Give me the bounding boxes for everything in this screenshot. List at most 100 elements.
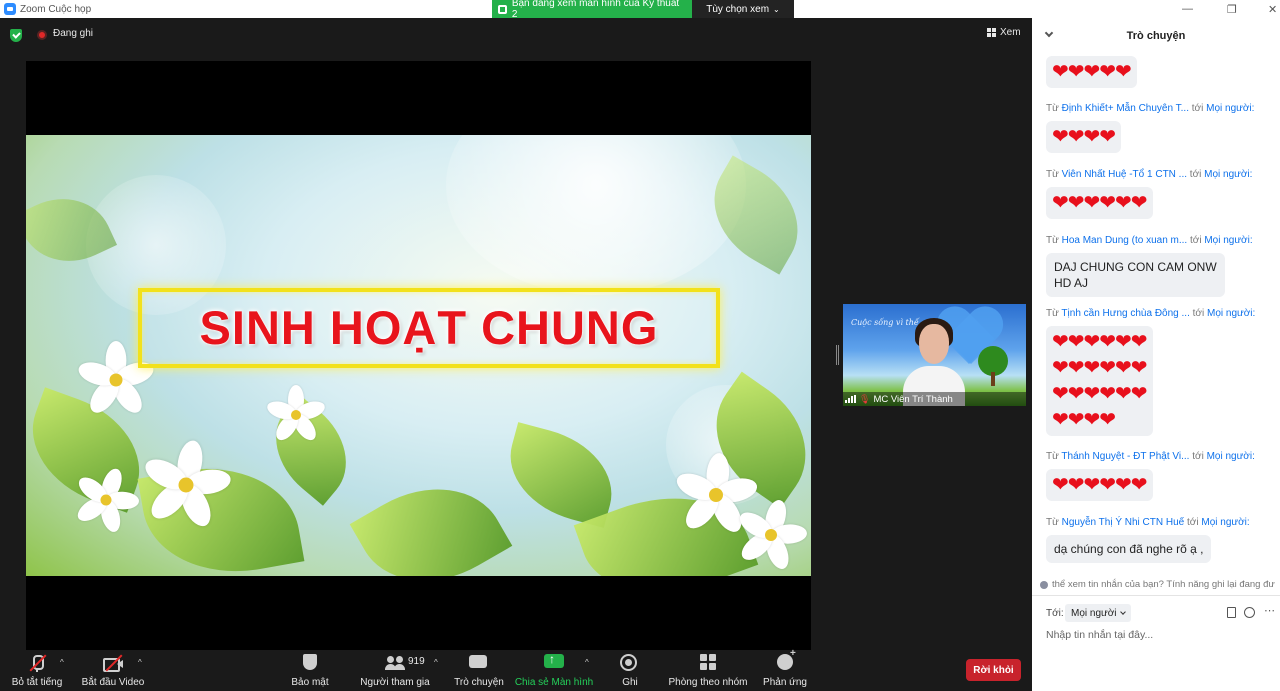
chat-message: ❤❤❤❤❤ [1046,56,1137,88]
people-icon [1040,580,1048,589]
meeting-top-bar: Đang ghi Xem [0,18,1032,52]
chat-message: ❤❤❤❤❤❤ ❤❤❤❤❤❤ ❤❤❤❤❤❤ ❤❤❤❤ [1046,326,1153,436]
file-icon[interactable] [1227,607,1236,618]
chat-title: Trò chuyện [1126,30,1186,42]
close-icon[interactable]: ✕ [1268,3,1277,16]
chat-bubble-icon [469,655,487,668]
flower-decoration [735,497,808,573]
resize-handle[interactable] [836,345,839,365]
to-label: Tới: [1046,608,1064,619]
chat-message-meta: Từ Hoa Man Dung (to xuan m... tới Mọi ng… [1046,235,1253,246]
viewing-share-notice: Bạn đang xem màn hình của Ky thuat 2 [492,0,692,20]
audio-options-caret[interactable]: ^ [60,658,64,667]
message-sender[interactable]: Tịnh cần Hưng chùa Đông ... [1061,308,1189,319]
message-sender[interactable]: Hoa Man Dung (to xuan m... [1062,235,1188,246]
mic-muted-icon: 🎙 [859,393,871,404]
screen-share-icon [498,4,507,14]
breakout-rooms-icon [700,654,716,670]
share-screen-icon [544,652,564,668]
start-video-button[interactable]: Bắt đầu Video [82,650,144,691]
leaf-decoration [497,422,625,528]
recording-notice: thể xem tin nhắn của bạn? Tính năng ghi … [1040,579,1275,590]
message-sender[interactable]: Nguyễn Thị Ý Nhi CTN Huế [1062,517,1185,528]
record-button[interactable]: Ghi [614,650,646,691]
encryption-shield-icon[interactable] [10,29,22,42]
chat-panel: Trò chuyện ❤❤❤❤❤ Từ Định Khiết+ Mẫn Chuy… [1032,18,1280,691]
more-icon[interactable]: ⋯ [1264,604,1275,617]
breakout-rooms-button[interactable]: Phòng theo nhóm [668,650,748,691]
participants-icon [385,654,405,672]
view-options-label: Tùy chọn xem [706,3,770,15]
window-title: Zoom Cuộc họp [20,3,92,15]
chat-message: dạ chúng con đã nghe rõ ạ , [1046,535,1212,563]
chat-message-input[interactable] [1046,629,1266,641]
leave-button[interactable]: Rời khỏi [966,659,1021,681]
slide-title: SINH HOẠT CHUNG [199,301,659,354]
chat-message: DAJ CHUNG CON CAM ONW HD AJ [1046,253,1225,297]
security-button[interactable]: Bảo mật [290,650,330,691]
slide-title-frame: SINH HOẠT CHUNG [138,288,720,368]
message-recipient[interactable]: Mọi người: [1204,235,1252,246]
signal-icon [845,395,856,403]
camera-off-icon [103,654,123,672]
view-button[interactable]: Xem [987,27,1021,38]
participant-face [919,324,949,364]
chat-message-meta: Từ Thánh Nguyệt - ĐT Phật Vi... tới Mọi … [1046,451,1255,462]
message-sender[interactable]: Định Khiết+ Mẫn Chuyên T... [1062,103,1189,114]
chevron-down-icon [1119,609,1126,615]
message-recipient[interactable]: Mọi người: [1204,169,1252,180]
flower-decoration [73,465,140,535]
zoom-logo-icon [4,3,16,15]
meeting-toolbar: Bỏ tắt tiếng ^ Bắt đầu Video ^ Bảo mật N… [0,648,1032,691]
slide-image: SINH HOẠT CHUNG [26,135,811,576]
share-banner-text: Bạn đang xem màn hình của Ky thuat 2 [511,0,680,20]
restore-icon[interactable]: ❐ [1227,3,1237,16]
leaf-decoration [349,459,513,576]
share-options-caret[interactable]: ^ [585,658,589,667]
participant-label: 🎙 MC Viên Trí Thành [843,392,1026,406]
flower-decoration [264,385,328,445]
message-recipient[interactable]: Mọi người: [1201,517,1249,528]
message-recipient[interactable]: Mọi người: [1206,103,1254,114]
chat-button[interactable]: Trò chuyện [454,650,504,691]
chat-message-meta: Từ Tịnh cần Hưng chùa Đông ... tới Mọi n… [1046,308,1256,319]
message-sender[interactable]: Thánh Nguyệt - ĐT Phật Vi... [1061,451,1189,462]
emoji-icon[interactable] [1244,607,1255,618]
share-screen-button[interactable]: Chia sẻ Màn hình [515,650,593,691]
message-recipient[interactable]: Mọi người: [1207,308,1255,319]
video-options-caret[interactable]: ^ [138,658,142,667]
chat-message: ❤❤❤❤❤❤ [1046,187,1153,219]
view-options-button[interactable]: Tùy chọn xem ⌄ [692,0,794,18]
recording-label: Đang ghi [53,28,94,39]
view-label: Xem [1000,27,1021,38]
collapse-chevron-icon[interactable] [1044,28,1054,38]
participants-caret[interactable]: ^ [434,658,438,667]
message-sender[interactable]: Viên Nhất Huệ -Tổ 1 CTN ... [1062,169,1187,180]
message-recipient[interactable]: Mọi người: [1207,451,1255,462]
chat-message-meta: Từ Nguyễn Thị Ý Nhi CTN Huế tới Mọi ngườ… [1046,517,1250,528]
grid-icon [987,28,996,37]
recording-icon [37,30,47,40]
shield-icon [303,654,317,670]
chevron-down-icon: ⌄ [773,4,780,14]
share-banner: Bạn đang xem màn hình của Ky thuat 2 Tùy… [492,0,794,20]
recipient-select[interactable]: Mọi người [1065,604,1131,622]
unmute-button[interactable]: Bỏ tắt tiếng [12,650,62,691]
chat-header: Trò chuyện [1032,18,1280,54]
participant-name: MC Viên Trí Thành [873,393,953,405]
participant-video-tile[interactable]: Cuộc sống vì thế 🎙 MC Viên Trí Thành [843,304,1026,406]
participant-count: 919 [408,656,425,667]
chat-message-meta: Từ Viên Nhất Huệ -Tổ 1 CTN ... tới Mọi n… [1046,169,1253,180]
shared-screen: SINH HOẠT CHUNG [26,61,811,650]
microphone-muted-icon [27,654,47,672]
chat-message: ❤❤❤❤❤❤ [1046,469,1153,501]
record-icon [620,654,637,671]
chat-message: ❤❤❤❤ [1046,121,1122,153]
reactions-button[interactable]: Phản ứng [763,648,807,691]
flower-decoration [140,438,233,531]
minimize-icon[interactable]: — [1182,3,1193,15]
emoji-reaction-icon [777,648,796,670]
window-controls: — ❐ ✕ [1032,0,1280,18]
chat-message-meta: Từ Định Khiết+ Mẫn Chuyên T... tới Mọi n… [1046,103,1255,114]
overlay-script-text: Cuộc sống vì thế [851,318,919,327]
